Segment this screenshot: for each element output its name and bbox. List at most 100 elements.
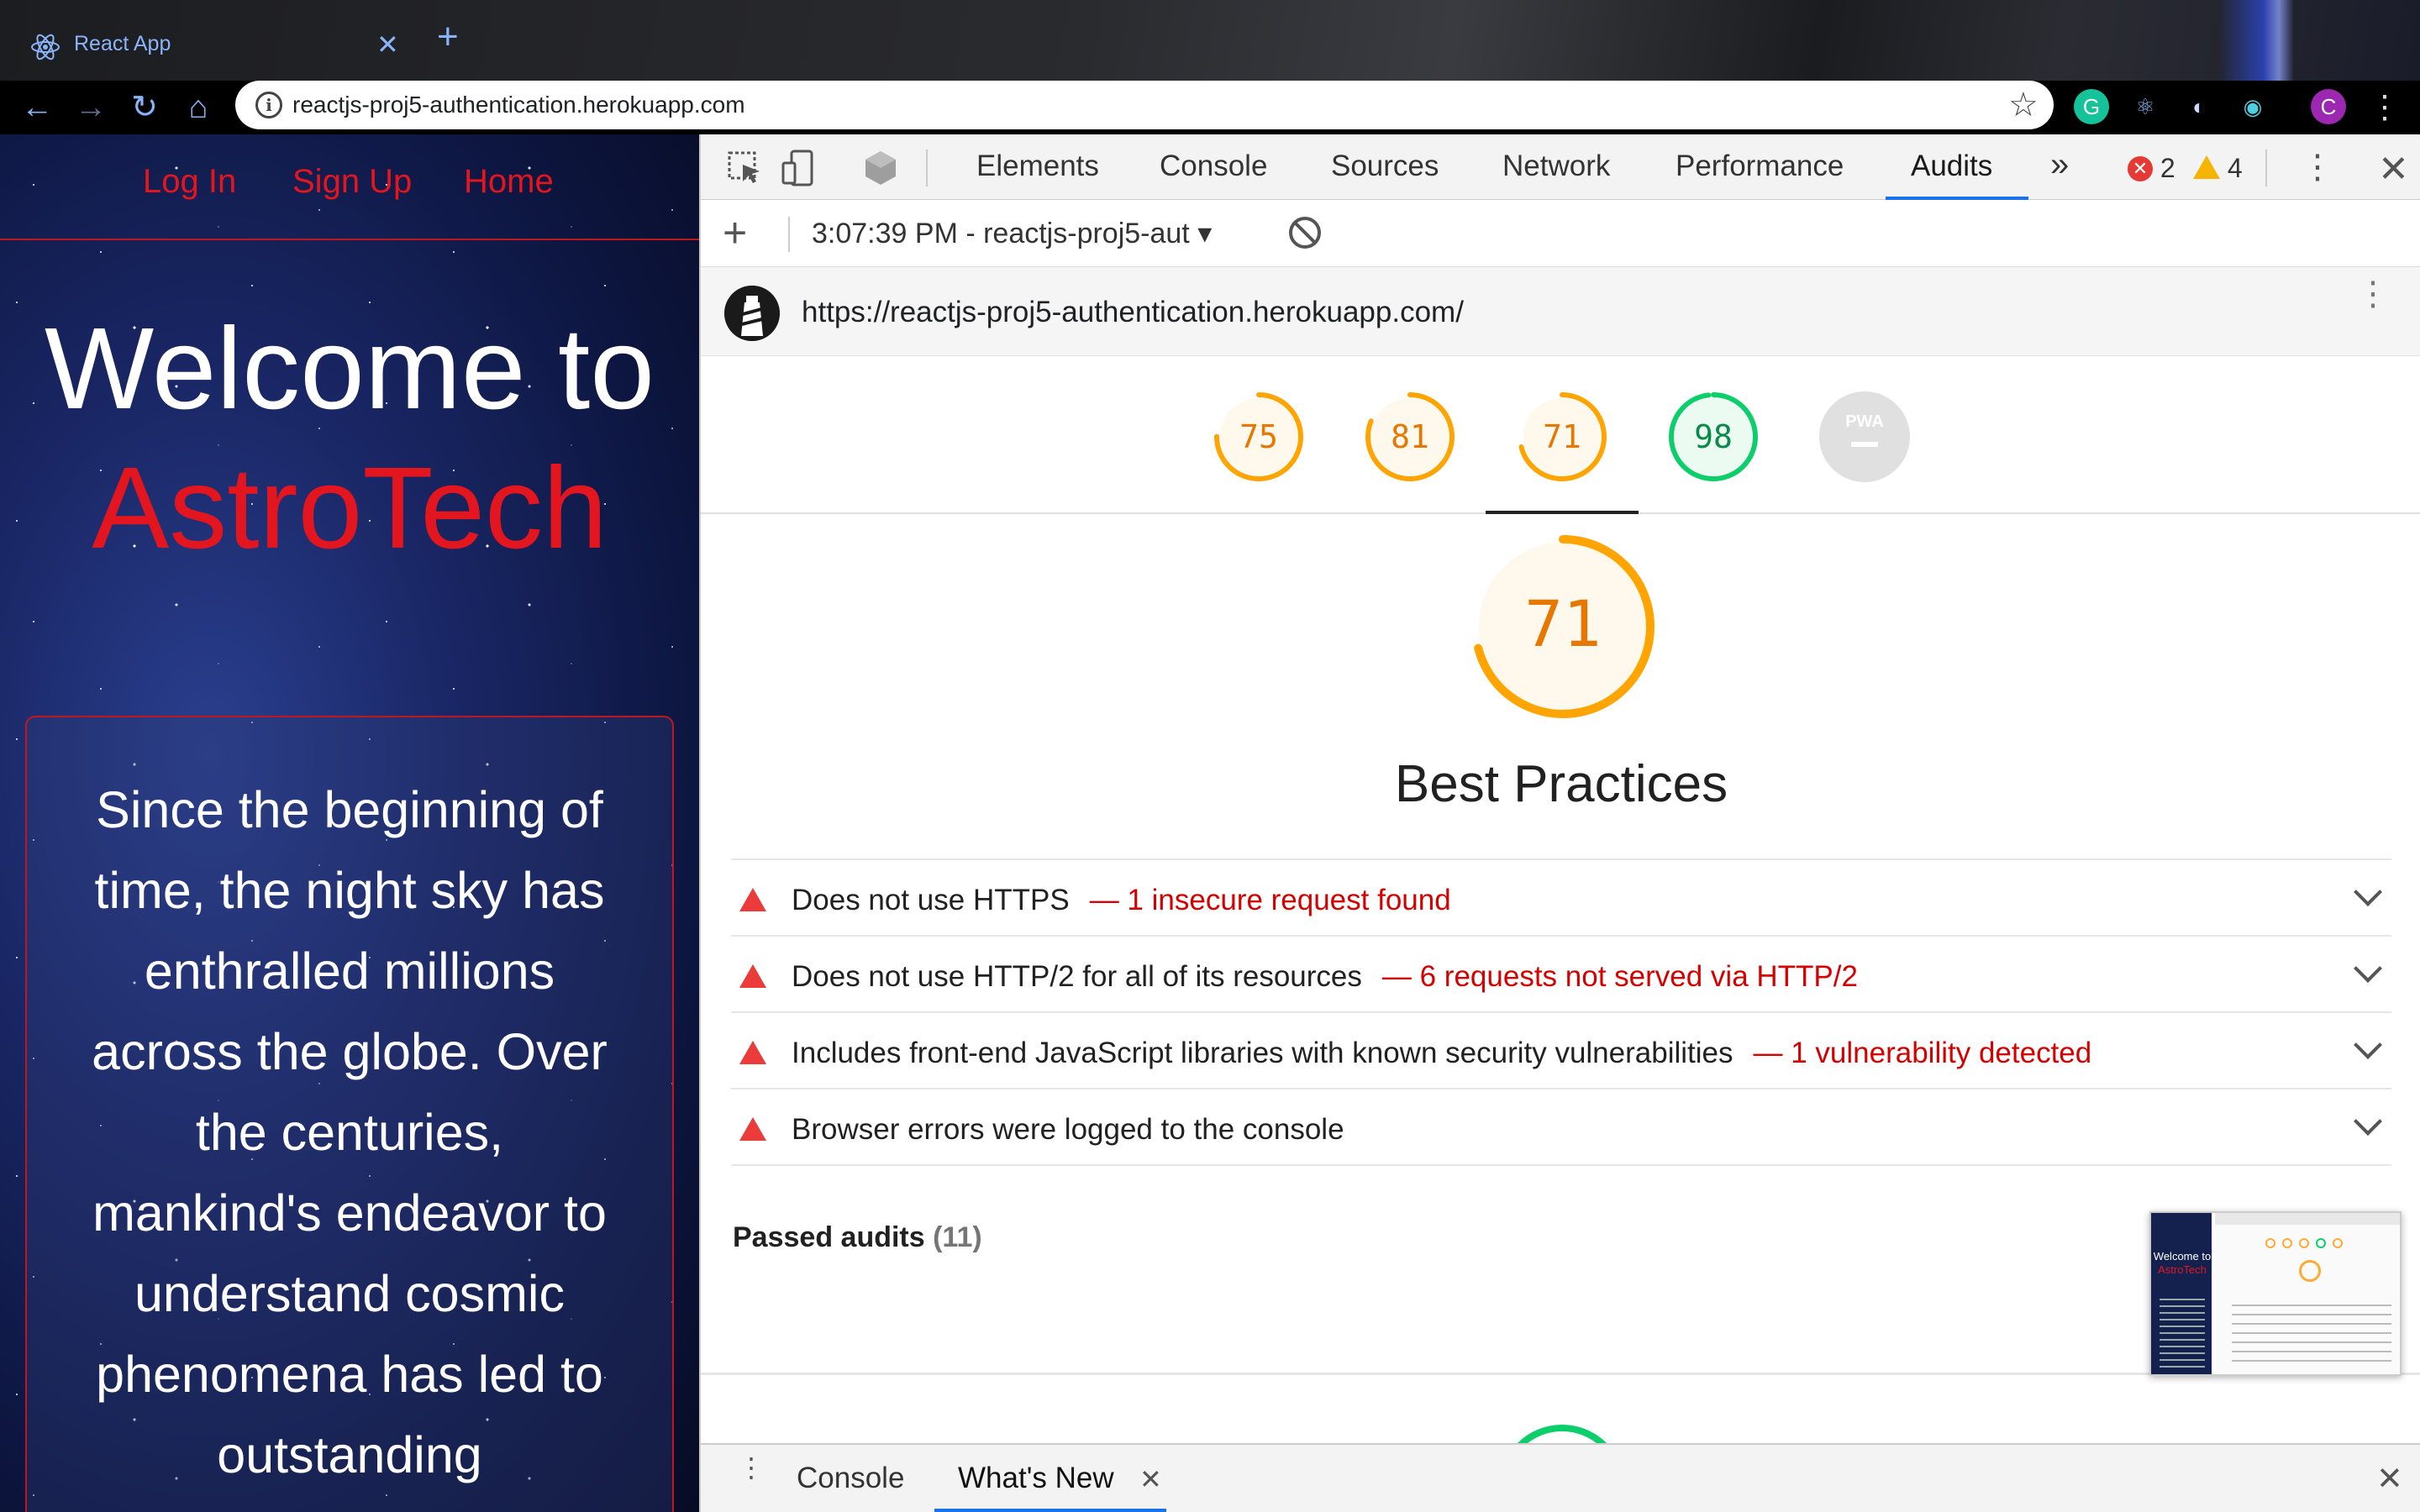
audit-row-console-errors[interactable]: Browser errors were logged to the consol… [731,1088,2391,1163]
toolbar-divider [788,217,790,252]
tab-network[interactable]: Network [1502,150,1610,183]
chevron-down-icon[interactable] [2354,954,2382,983]
nav-signup-link[interactable]: Sign Up [292,163,412,201]
intro-line: phenomena has led to [96,1346,603,1403]
tab-performance[interactable]: Performance [1676,150,1844,183]
more-tabs-icon[interactable]: » [2050,146,2069,184]
drawer-menu-icon[interactable]: ⋮ [738,1454,765,1481]
gauge-pwa[interactable]: PWA [1818,390,1912,484]
site-navbar: Log In Sign Up Home [0,134,699,240]
warning-count: 4 [2227,153,2243,183]
profile-avatar[interactable]: C [2311,89,2346,124]
bookmark-star-icon[interactable]: ☆ [2008,86,2039,124]
gauge-seo[interactable]: 98 [1666,390,1760,484]
tab-sources[interactable]: Sources [1331,150,1439,183]
extension-cube-icon[interactable] [860,148,901,188]
gauge-score: 81 [1391,418,1429,455]
drawer-close-button[interactable]: ✕ [2376,1460,2403,1498]
gauge-accessibility[interactable]: 81 [1363,390,1457,484]
home-button[interactable]: ⌂ [178,87,218,128]
react-devtools-icon[interactable]: ⚛ [2128,89,2163,124]
warning-count-badge[interactable]: 4 [2193,153,2243,184]
device-toolbar-icon[interactable] [780,148,820,188]
score-gauges-row: 75 81 71 98 PWA [701,356,2420,514]
new-tab-button[interactable]: + [437,18,459,55]
forward-button[interactable]: → [71,87,111,128]
intro-line: outstanding [217,1426,482,1483]
nav-login-link[interactable]: Log In [143,163,236,201]
audit-title: Does not use HTTPS — 1 insecure request f… [792,884,1451,916]
audit-detail: — 6 requests not served via HTTP/2 [1381,960,1858,993]
wallpaper-streak [2218,0,2294,81]
devtools-tab-bar: Elements Console Sources Network Perform… [701,134,2420,200]
nav-home-link[interactable]: Home [464,163,554,201]
drawer-tab-close-icon[interactable]: ✕ [1139,1463,1162,1495]
vpn-extension-icon[interactable]: ◐ [2181,89,2217,124]
error-count: 2 [2160,153,2175,183]
intro-line: across the globe. Over [92,1023,608,1080]
intro-line: the centuries, [195,1104,504,1161]
grammarly-icon[interactable]: G [2074,89,2109,124]
audit-row-http2[interactable]: Does not use HTTP/2 for all of its resou… [731,935,2391,1011]
report-menu-icon[interactable]: ⋮ [2356,277,2390,311]
screenshot-thumbnail[interactable]: Welcome to AstroTech [2149,1211,2402,1376]
gauge-best-practices[interactable]: 71 [1515,390,1609,484]
drawer-active-tab-indicator [934,1509,1166,1512]
clear-all-icon[interactable] [1289,217,1321,249]
react-favicon-icon [31,34,60,60]
intro-line: mankind's endeavor to [92,1184,607,1242]
intro-card: Since the beginning of time, the night s… [25,716,674,1512]
gauge-score: 98 [1694,418,1733,455]
chevron-down-icon[interactable] [2354,878,2382,906]
gauge-score: 75 [1239,418,1278,455]
passed-audits-count: (11) [933,1221,982,1253]
audit-title: Does not use HTTP/2 for all of its resou… [792,960,1858,993]
back-button[interactable]: ← [17,87,57,128]
category-score-gauge: 71 [1470,534,1655,719]
tab-elements[interactable]: Elements [976,150,1099,183]
fail-triangle-icon [739,964,766,988]
drawer-tab-console[interactable]: Console [797,1462,904,1495]
gauge-score: 71 [1543,418,1581,455]
tab-audits[interactable]: Audits [1911,150,1992,183]
devtools-close-button[interactable]: ✕ [2378,148,2409,191]
audit-row-https[interactable]: Does not use HTTPS — 1 insecure request f… [731,858,2391,934]
brand-heading: AstroTech [92,444,608,573]
toolbar-divider [926,150,928,186]
warning-icon [2193,155,2220,179]
new-audit-button[interactable]: + [723,212,747,254]
gauge-performance[interactable]: 75 [1212,390,1306,484]
browser-menu-icon[interactable]: ⋮ [2365,87,2405,128]
tab-close-icon[interactable]: ✕ [376,29,399,60]
inspect-element-icon[interactable] [724,148,765,188]
audit-list-divider [731,1164,2391,1166]
passed-audits-toggle[interactable]: Passed audits (11) [733,1221,982,1254]
audit-report-select[interactable]: 3:07:39 PM - reactjs-proj5-aut ▾ [812,217,1212,250]
tab-title: React App [74,32,171,55]
address-bar-url[interactable]: reactjs-proj5-authentication.herokuapp.c… [292,92,745,118]
browser-tab-strip: React App ✕ + [0,0,2420,81]
address-bar[interactable]: i reactjs-proj5-authentication.herokuapp… [235,81,2054,129]
devtools-menu-icon[interactable]: ⋮ [2301,148,2334,186]
intro-line: enthralled millions [144,942,555,1000]
audit-detail: — 1 insecure request found [1089,884,1451,916]
lighthouse-logo-icon [724,286,780,341]
eye-extension-icon[interactable]: ◉ [2235,89,2270,124]
tab-console[interactable]: Console [1160,150,1267,183]
website-viewport: Log In Sign Up Home Welcome to AstroTech… [0,134,699,1512]
intro-line: Since the beginning of [96,781,603,838]
chevron-down-icon[interactable] [2354,1031,2382,1059]
browser-tab-react-app[interactable]: React App ✕ [0,13,420,81]
thumb-welcome: Welcome to [2153,1250,2212,1263]
category-title: Best Practices [1394,755,1728,813]
audit-row-vulnerable-libraries[interactable]: Includes front-end JavaScript libraries … [731,1011,2391,1087]
error-count-badge[interactable]: ✕ 2 [2128,153,2175,184]
fail-triangle-icon [739,888,766,911]
drawer-tab-whats-new[interactable]: What's New [958,1462,1114,1495]
site-info-icon[interactable]: i [255,92,282,118]
reload-button[interactable]: ↻ [124,87,165,128]
chevron-down-icon[interactable] [2354,1107,2382,1136]
report-url: https://reactjs-proj5-authentication.her… [802,296,1464,328]
pwa-label: PWA [1845,412,1884,431]
audits-toolbar: + 3:07:39 PM - reactjs-proj5-aut ▾ [701,200,2420,267]
